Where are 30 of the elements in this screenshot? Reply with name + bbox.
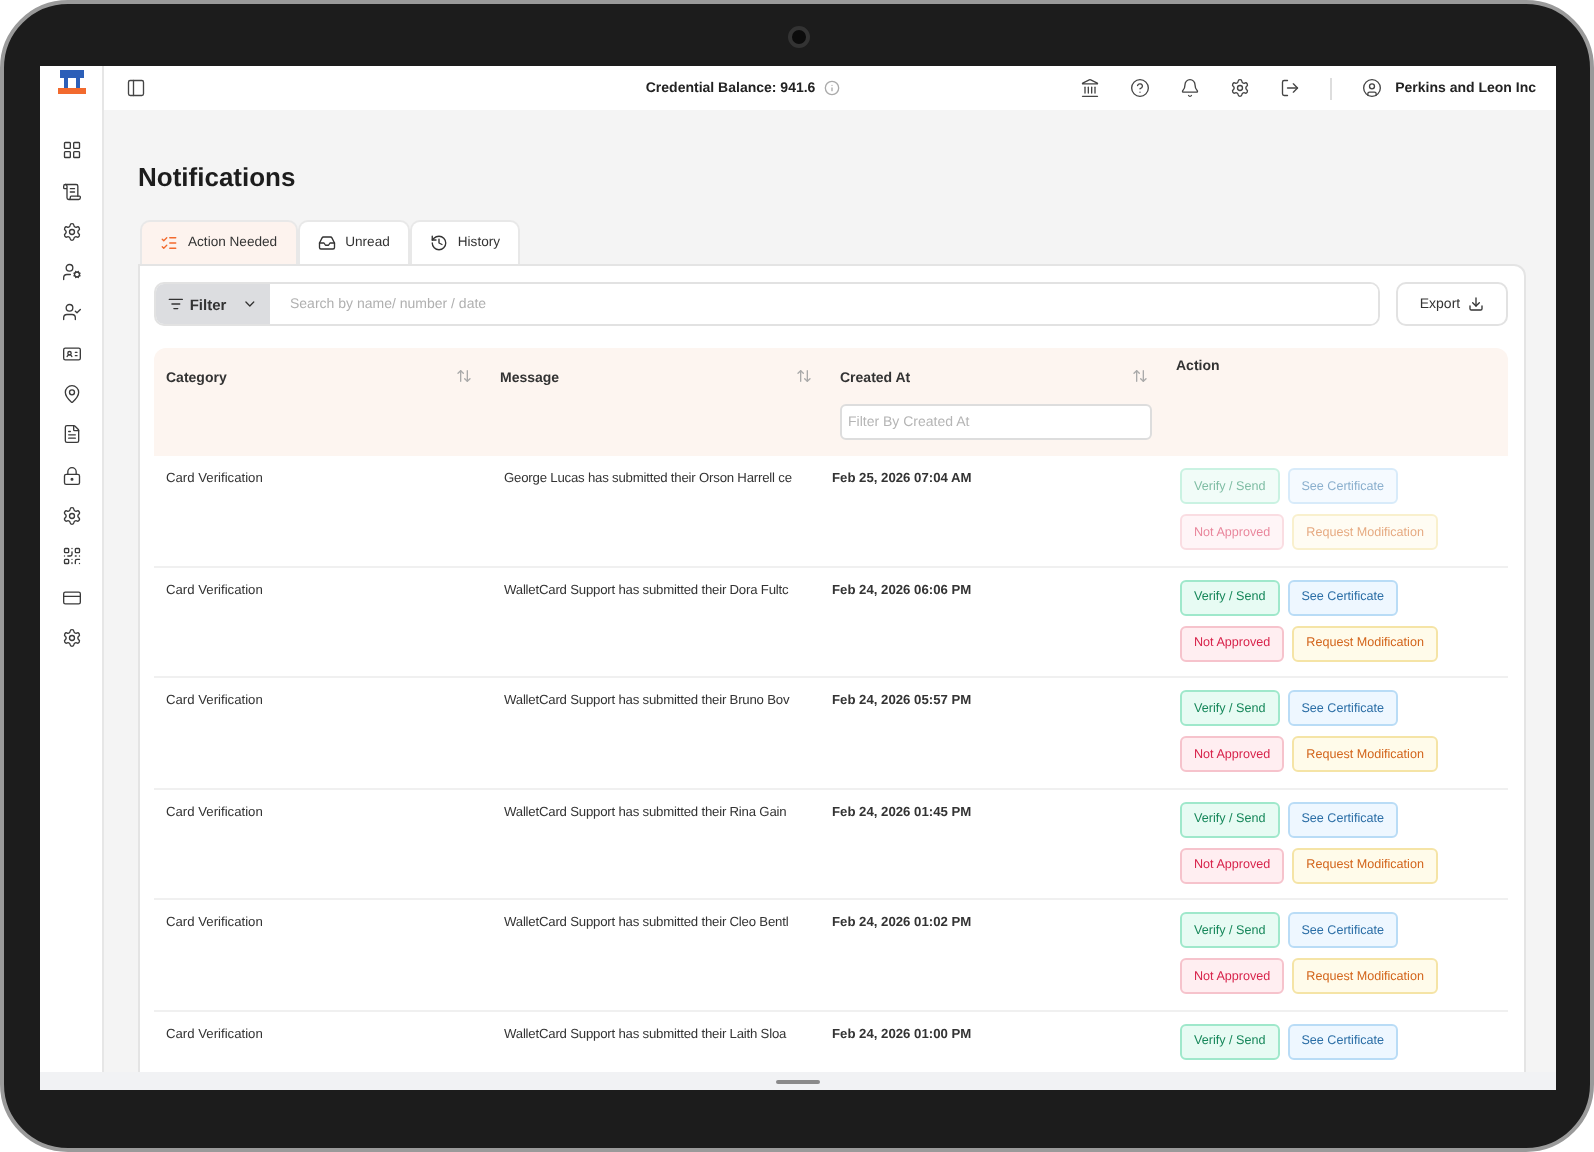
filter-icon: [168, 296, 184, 312]
download-icon: [1468, 296, 1485, 312]
home-indicator: [776, 1079, 820, 1083]
document-icon[interactable]: [61, 424, 81, 445]
lock-icon[interactable]: [61, 465, 81, 486]
settings-icon[interactable]: [61, 627, 81, 648]
checklist-icon: [160, 234, 178, 252]
inbox-icon: [317, 234, 336, 252]
dashboard-icon[interactable]: [61, 140, 81, 161]
user-gear-icon[interactable]: [61, 262, 81, 283]
id-card-icon[interactable]: [61, 343, 81, 364]
gear-icon[interactable]: [61, 221, 81, 242]
history-icon: [429, 234, 448, 252]
gear-icon[interactable]: [61, 505, 81, 526]
qr-code-icon[interactable]: [61, 546, 81, 567]
user-check-icon[interactable]: [61, 302, 81, 323]
settings-icon[interactable]: [1229, 78, 1250, 98]
user-icon[interactable]: [1361, 78, 1382, 98]
help-icon[interactable]: [1129, 78, 1150, 98]
bell-icon[interactable]: [1179, 78, 1200, 98]
card-icon[interactable]: [61, 587, 81, 608]
camera-icon: [788, 26, 810, 48]
bank-icon[interactable]: [1079, 78, 1100, 98]
logo-icon: [57, 70, 85, 94]
scroll-icon[interactable]: [61, 181, 81, 202]
logout-icon[interactable]: [1279, 78, 1300, 98]
pin-icon[interactable]: [61, 384, 81, 405]
sidebar-toggle-icon[interactable]: [126, 78, 146, 98]
page-title: Notifications: [138, 162, 298, 192]
chevron-down-icon: [242, 296, 258, 312]
